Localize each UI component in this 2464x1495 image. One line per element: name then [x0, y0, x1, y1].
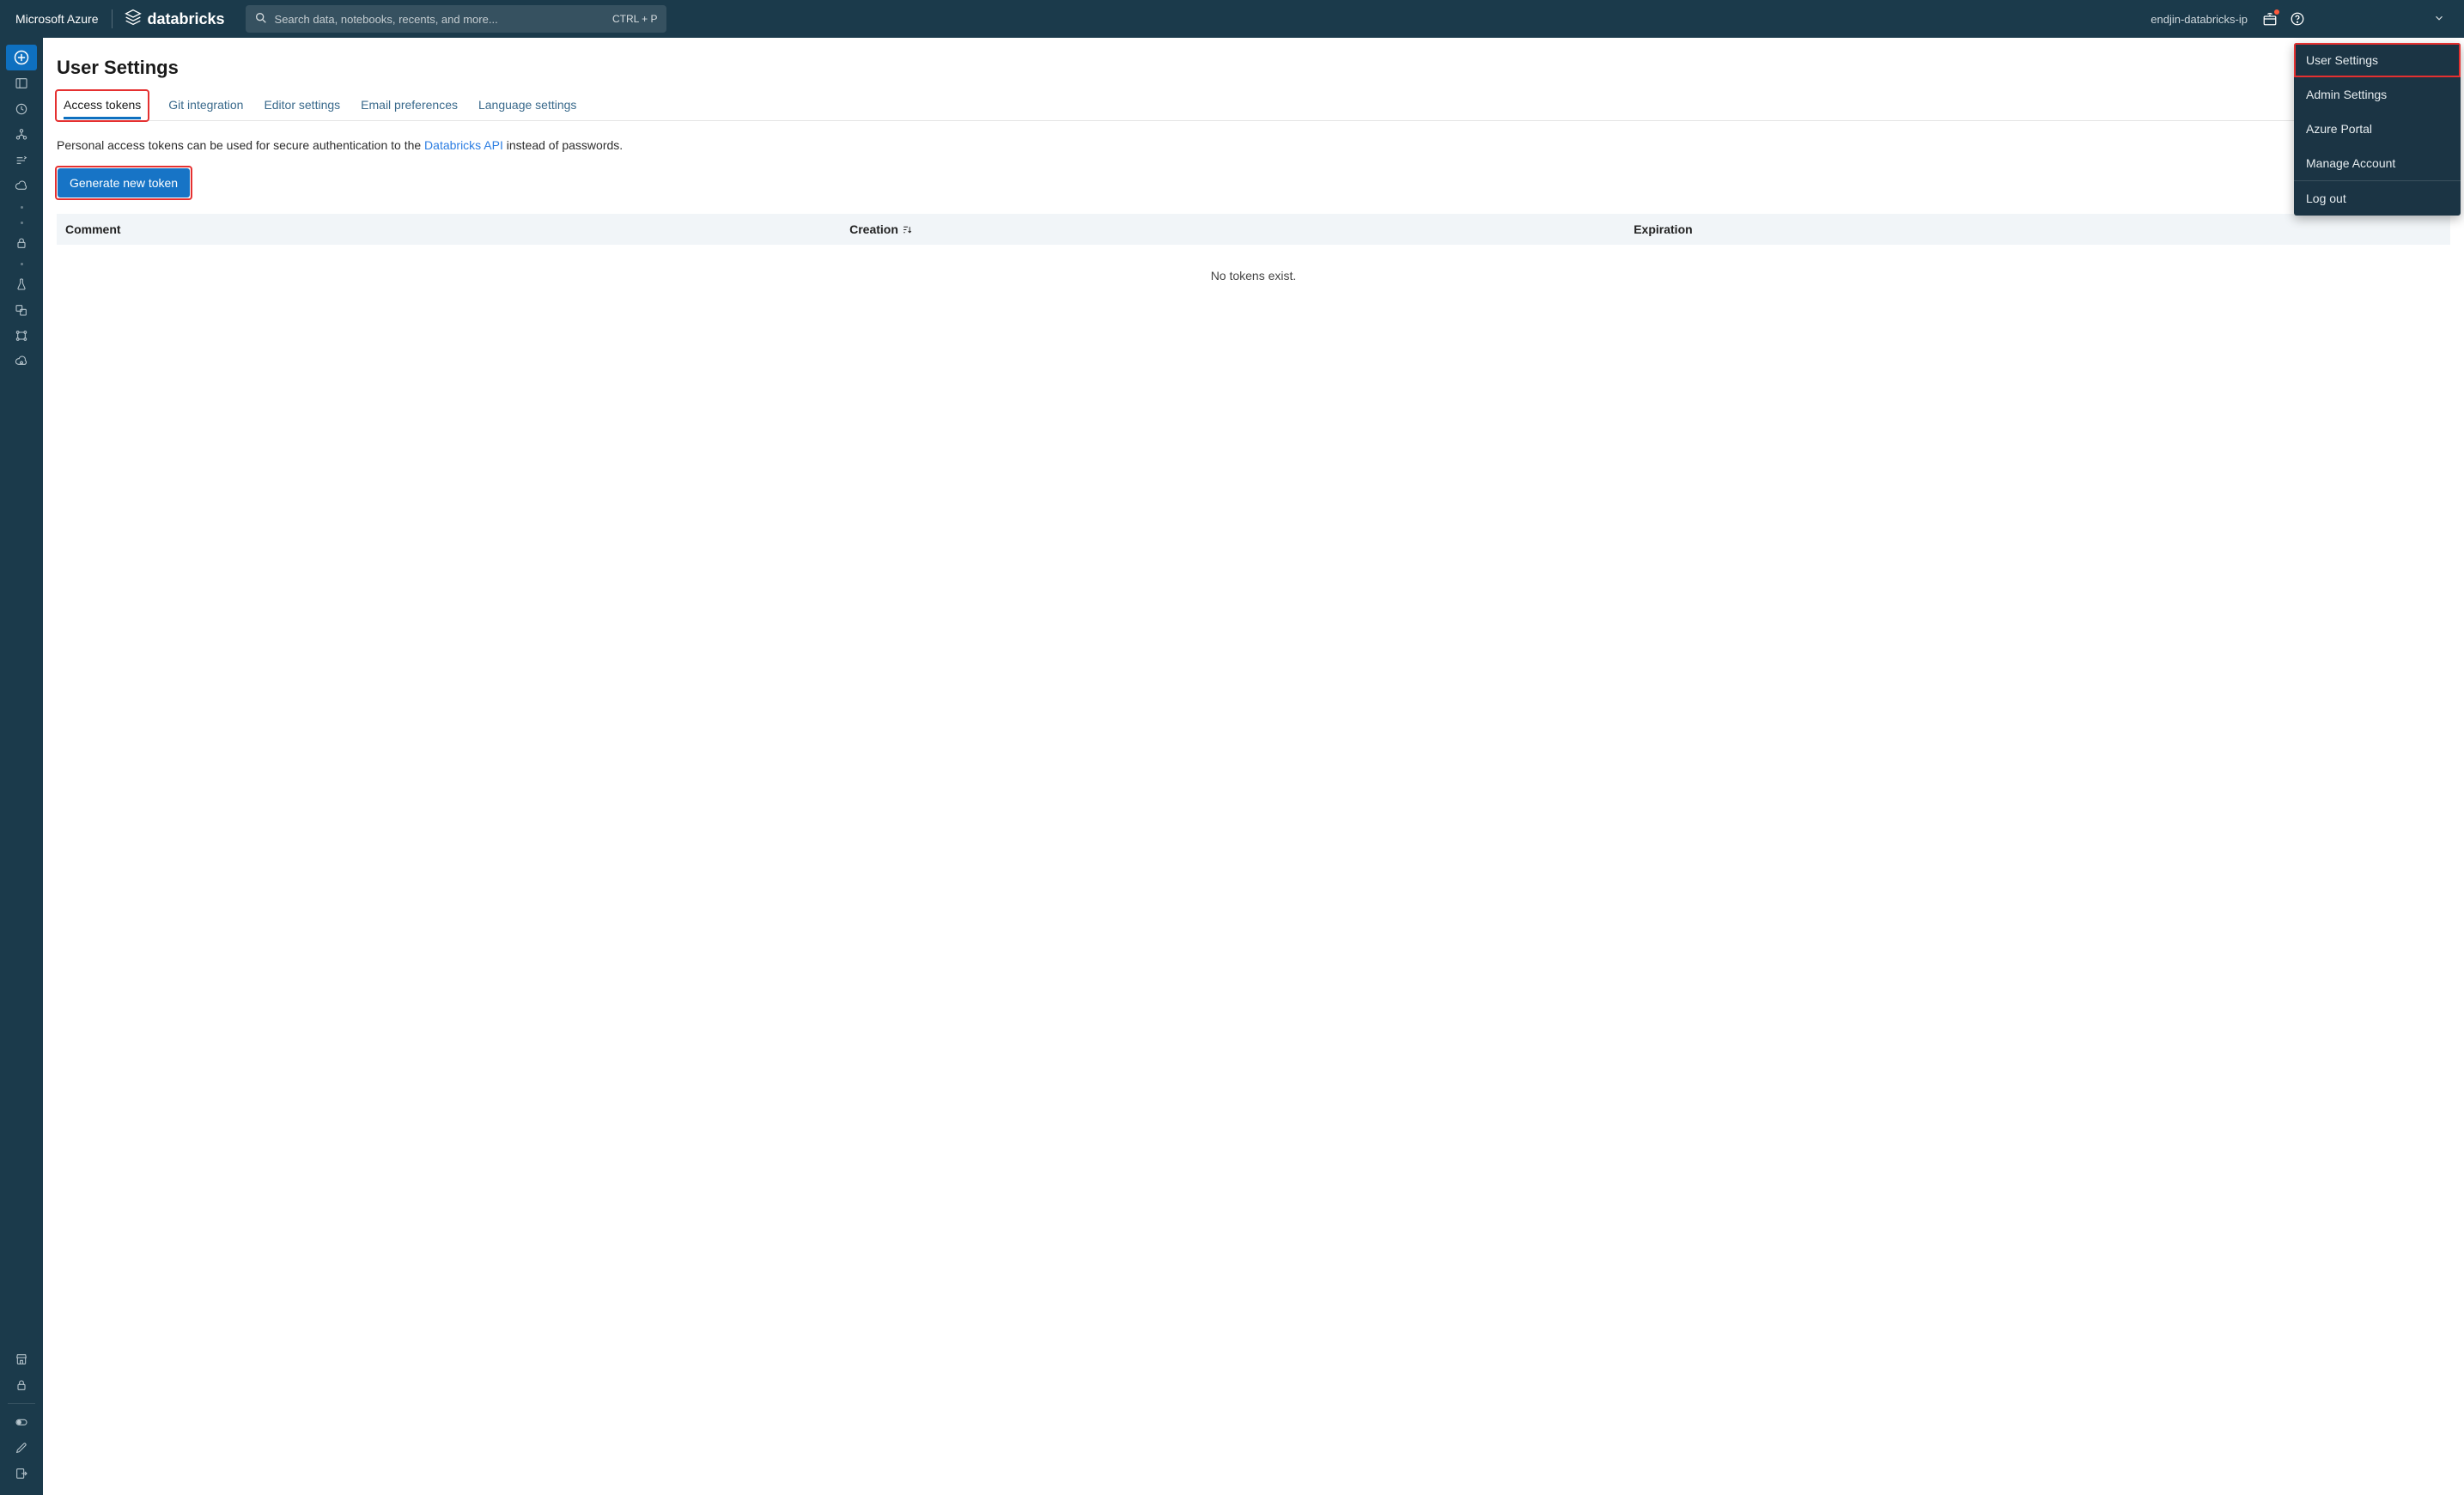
token-description: Personal access tokens can be used for s…: [57, 138, 2450, 152]
tab-label: Editor settings: [264, 98, 340, 112]
search-wrap: CTRL + P: [246, 5, 666, 33]
rail-experiments[interactable]: [6, 271, 37, 297]
rail-divider: [8, 1403, 35, 1404]
whats-new-button[interactable]: [2256, 5, 2284, 33]
rail-create[interactable]: [6, 45, 37, 70]
tab-label: Git integration: [168, 98, 243, 112]
user-dropdown-menu: User Settings Admin Settings Azure Porta…: [2294, 43, 2461, 216]
rail-separator: [6, 256, 37, 271]
rail-marketplace[interactable]: [6, 1346, 37, 1372]
desc-suffix: instead of passwords.: [503, 138, 623, 152]
rail-separator: [6, 215, 37, 230]
rail-serving[interactable]: [6, 349, 37, 374]
tab-label: Email preferences: [361, 98, 458, 112]
workspace-name[interactable]: endjin-databricks-ip: [2142, 13, 2256, 26]
table-empty-message: No tokens exist.: [57, 245, 2450, 307]
rail-data[interactable]: [6, 122, 37, 148]
page-title: User Settings: [57, 57, 2450, 79]
generate-button-highlight: Generate new token: [57, 167, 191, 198]
desc-prefix: Personal access tokens can be used for s…: [57, 138, 424, 152]
menu-admin-settings[interactable]: Admin Settings: [2294, 77, 2461, 112]
settings-tabs: Access tokens Git integration Editor set…: [57, 91, 2450, 121]
menu-user-settings[interactable]: User Settings: [2294, 43, 2461, 77]
rail-signout[interactable]: [6, 1461, 37, 1486]
rail-edit[interactable]: [6, 1435, 37, 1461]
rail-toggle[interactable]: [6, 1409, 37, 1435]
left-nav-rail: [0, 38, 43, 1495]
rail-recents[interactable]: [6, 96, 37, 122]
tab-label: Access tokens: [64, 98, 141, 119]
col-expiration[interactable]: Expiration: [1634, 222, 2442, 236]
search-input[interactable]: [275, 13, 612, 26]
generate-token-button[interactable]: Generate new token: [58, 168, 190, 198]
rail-models[interactable]: [6, 297, 37, 323]
col-creation-label: Creation: [849, 222, 898, 236]
menu-azure-portal[interactable]: Azure Portal: [2294, 112, 2461, 146]
tab-git-integration[interactable]: Git integration: [158, 91, 253, 120]
rail-secrets-bottom[interactable]: [6, 1372, 37, 1398]
tab-language-settings[interactable]: Language settings: [468, 91, 587, 120]
topbar: Microsoft Azure databricks CTRL + P endj…: [0, 0, 2464, 38]
databricks-icon: [125, 9, 142, 30]
rail-feature-store[interactable]: [6, 323, 37, 349]
menu-manage-account[interactable]: Manage Account: [2294, 146, 2461, 180]
databricks-api-link[interactable]: Databricks API: [424, 138, 503, 152]
rail-workspace[interactable]: [6, 70, 37, 96]
sort-icon: [902, 224, 913, 235]
tab-access-tokens[interactable]: Access tokens: [57, 91, 148, 120]
menu-log-out[interactable]: Log out: [2294, 181, 2461, 216]
rail-compute[interactable]: [6, 173, 37, 199]
notification-dot-icon: [2274, 9, 2279, 15]
brand-divider: [112, 9, 113, 28]
search-input-container[interactable]: CTRL + P: [246, 5, 666, 33]
tab-editor-settings[interactable]: Editor settings: [253, 91, 350, 120]
tab-email-preferences[interactable]: Email preferences: [350, 91, 468, 120]
databricks-brand-text: databricks: [147, 10, 224, 28]
token-table: Comment Creation Expiration No tokens ex…: [57, 214, 2450, 307]
databricks-brand[interactable]: databricks: [118, 9, 231, 30]
search-shortcut: CTRL + P: [612, 13, 658, 25]
chevron-down-icon: [2433, 12, 2445, 27]
col-comment[interactable]: Comment: [65, 222, 849, 236]
rail-separator: [6, 199, 37, 215]
azure-brand[interactable]: Microsoft Azure: [7, 12, 106, 26]
search-icon: [254, 11, 268, 27]
rail-workflows[interactable]: [6, 148, 37, 173]
user-menu-button[interactable]: [2318, 0, 2457, 38]
table-header-row: Comment Creation Expiration: [57, 214, 2450, 245]
help-button[interactable]: [2284, 5, 2311, 33]
main-content: User Settings Access tokens Git integrat…: [43, 38, 2464, 1495]
col-creation[interactable]: Creation: [849, 222, 1634, 236]
rail-secrets[interactable]: [6, 230, 37, 256]
tab-label: Language settings: [478, 98, 576, 112]
